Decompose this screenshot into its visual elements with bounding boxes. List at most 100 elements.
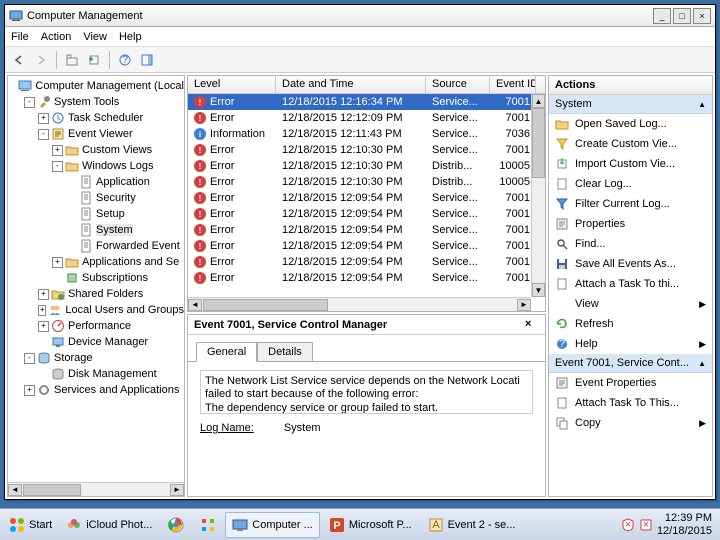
tree-item-windows-logs[interactable]: -Windows Logs (8, 158, 184, 174)
expander-icon[interactable]: + (38, 113, 49, 124)
start-button[interactable]: Start (2, 512, 59, 538)
detail-close-button[interactable]: × (525, 318, 539, 332)
action-find-[interactable]: Find... (549, 234, 712, 254)
col-source[interactable]: Source (426, 76, 490, 93)
expander-icon[interactable]: + (52, 145, 63, 156)
action-properties[interactable]: Properties (549, 214, 712, 234)
expander-icon[interactable]: - (24, 353, 35, 364)
tree-item-custom-views[interactable]: +Custom Views (8, 142, 184, 158)
event-row[interactable]: !Error12/18/2015 12:10:30 PMDistrib...10… (188, 158, 545, 174)
event-row[interactable]: !Error12/18/2015 12:10:30 PMService...70… (188, 142, 545, 158)
expander-icon[interactable]: - (24, 97, 35, 108)
task-chrome[interactable] (161, 512, 191, 538)
event-row[interactable]: !Error12/18/2015 12:09:54 PMService...70… (188, 238, 545, 254)
expander-icon[interactable]: + (38, 321, 49, 332)
action-attach-task-to-this-[interactable]: Attach Task To This... (549, 393, 712, 413)
tree-item-system[interactable]: System (8, 222, 184, 238)
panel-button[interactable] (137, 50, 157, 70)
expander-icon[interactable]: + (52, 257, 63, 268)
event-row[interactable]: !Error12/18/2015 12:12:09 PMService...70… (188, 110, 545, 126)
action-refresh[interactable]: Refresh (549, 314, 712, 334)
scroll-up-icon[interactable]: ▲ (532, 94, 545, 108)
task-mmc[interactable]: Computer ... (225, 512, 320, 538)
tree-item-security[interactable]: Security (8, 190, 184, 206)
event-row[interactable]: !Error12/18/2015 12:09:54 PMService...70… (188, 270, 545, 286)
tree-item-applications-and-se[interactable]: +Applications and Se (8, 254, 184, 270)
scroll-right-icon[interactable]: ► (170, 484, 184, 496)
task-photos[interactable]: iCloud Phot... (59, 512, 159, 538)
tree-item-local-users-and-grou[interactable]: +Local Users and Groups (8, 302, 184, 318)
action-open-saved-log-[interactable]: Open Saved Log... (549, 114, 712, 134)
tree-item-event-viewer[interactable]: -Event Viewer (8, 126, 184, 142)
col-eventid[interactable]: Event ID (490, 76, 536, 93)
events-header[interactable]: Level Date and Time Source Event ID (188, 76, 545, 94)
action-attach-a-task-to-thi[interactable]: Attach a Task To thi... (549, 274, 712, 294)
event-row[interactable]: !Error12/18/2015 12:10:30 PMDistrib...10… (188, 174, 545, 190)
event-row[interactable]: !Error12/18/2015 12:09:54 PMService...70… (188, 222, 545, 238)
action-group-header[interactable]: Event 7001, Service Cont...▲ (549, 354, 712, 373)
tree-item-task-scheduler[interactable]: +Task Scheduler (8, 110, 184, 126)
tree-item-subscriptions[interactable]: Subscriptions (8, 270, 184, 286)
minimize-button[interactable]: _ (653, 8, 671, 24)
tree-item-setup[interactable]: Setup (8, 206, 184, 222)
task-event2[interactable]: AEvent 2 - se... (421, 512, 523, 538)
action-import-custom-vie-[interactable]: Import Custom Vie... (549, 154, 712, 174)
tab-general[interactable]: General (196, 342, 257, 362)
scroll-right-icon[interactable]: ► (517, 299, 531, 311)
expander-icon[interactable]: - (38, 129, 49, 140)
tree-item-computer-management-[interactable]: Computer Management (Local (8, 78, 184, 94)
action-view[interactable]: View▶ (549, 294, 712, 314)
action-create-custom-vie-[interactable]: Create Custom Vie... (549, 134, 712, 154)
action-filter-current-log-[interactable]: Filter Current Log... (549, 194, 712, 214)
tree-item-application[interactable]: Application (8, 174, 184, 190)
tree-item-device-manager[interactable]: Device Manager (8, 334, 184, 350)
tray-clock[interactable]: 12:39 PM 12/18/2015 (657, 512, 712, 536)
action-clear-log-[interactable]: Clear Log... (549, 174, 712, 194)
close-button[interactable]: × (693, 8, 711, 24)
col-date[interactable]: Date and Time (276, 76, 426, 93)
expander-icon[interactable]: + (38, 289, 49, 300)
expander-icon[interactable]: + (38, 305, 46, 316)
tree-item-forwarded-event[interactable]: Forwarded Event (8, 238, 184, 254)
tray[interactable]: × × 12:39 PM 12/18/2015 (615, 512, 718, 536)
event-row[interactable]: !Error12/18/2015 12:16:34 PMService...70… (188, 94, 545, 110)
action-group-header[interactable]: System▲ (549, 95, 712, 114)
event-row[interactable]: !Error12/18/2015 12:09:54 PMService...70… (188, 206, 545, 222)
tree[interactable]: Computer Management (Local-System Tools+… (8, 76, 184, 482)
task-ppt[interactable]: PMicrosoft P... (322, 512, 419, 538)
back-button[interactable] (9, 50, 29, 70)
tree-item-storage[interactable]: -Storage (8, 350, 184, 366)
menu-action[interactable]: Action (41, 31, 72, 43)
tree-item-performance[interactable]: +Performance (8, 318, 184, 334)
event-row[interactable]: !Error12/18/2015 12:09:54 PMService...70… (188, 190, 545, 206)
tree-item-shared-folders[interactable]: +Shared Folders (8, 286, 184, 302)
action-save-all-events-as-[interactable]: Save All Events As... (549, 254, 712, 274)
action-copy[interactable]: Copy▶ (549, 413, 712, 433)
events-vscroll[interactable]: ▲▼ (531, 94, 545, 297)
action-help[interactable]: ?Help▶ (549, 334, 712, 354)
export-button[interactable] (84, 50, 104, 70)
task-apps[interactable] (193, 512, 223, 538)
forward-button[interactable] (31, 50, 51, 70)
scroll-left-icon[interactable]: ◄ (8, 484, 22, 496)
events-body[interactable]: !Error12/18/2015 12:16:34 PMService...70… (188, 94, 545, 311)
menu-help[interactable]: Help (119, 31, 142, 43)
action-event-properties[interactable]: Event Properties (549, 373, 712, 393)
expander-icon[interactable]: + (24, 385, 35, 396)
tree-item-services-and-applica[interactable]: +Services and Applications (8, 382, 184, 398)
scroll-left-icon[interactable]: ◄ (188, 299, 202, 311)
tree-item-disk-management[interactable]: Disk Management (8, 366, 184, 382)
events-hscroll[interactable]: ◄► (188, 297, 531, 311)
up-button[interactable] (62, 50, 82, 70)
menu-view[interactable]: View (83, 31, 107, 43)
help-button[interactable]: ? (115, 50, 135, 70)
tab-details[interactable]: Details (257, 342, 313, 362)
event-row[interactable]: iInformation12/18/2015 12:11:43 PMServic… (188, 126, 545, 142)
col-level[interactable]: Level (188, 76, 276, 93)
scroll-down-icon[interactable]: ▼ (532, 283, 545, 297)
event-row[interactable]: !Error12/18/2015 12:09:54 PMService...70… (188, 254, 545, 270)
tree-hscroll[interactable]: ◄► (8, 482, 184, 496)
maximize-button[interactable]: □ (673, 8, 691, 24)
expander-icon[interactable]: - (52, 161, 63, 172)
tree-item-system-tools[interactable]: -System Tools (8, 94, 184, 110)
